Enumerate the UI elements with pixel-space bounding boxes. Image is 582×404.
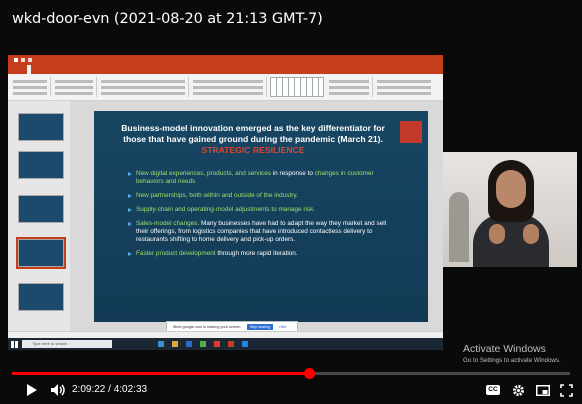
watermark-title: Activate Windows: [463, 343, 546, 355]
windows-taskbar: Type here to search: [8, 338, 443, 350]
presenter-hand: [489, 224, 505, 244]
video-player[interactable]: wkd-door-evn (2021-08-20 at 21:13 GMT-7)…: [0, 0, 582, 404]
ribbon-group-editing: [374, 77, 434, 97]
powerpoint-titlebar: [8, 55, 443, 65]
bullet-item: New digital experiences, products, and s…: [128, 170, 398, 186]
fullscreen-icon[interactable]: [560, 384, 573, 397]
settings-gear-icon[interactable]: [512, 384, 525, 397]
progress-played: [12, 372, 310, 375]
taskbar-app-icon: [228, 341, 234, 347]
taskbar-search: Type here to search: [22, 340, 112, 348]
ribbon-tab: ​: [40, 65, 44, 74]
ribbon-group-paragraph: [190, 77, 267, 97]
slide-heading-highlight: STRATEGIC RESILIENCE: [201, 145, 305, 155]
windows-start-icon: [11, 341, 18, 348]
taskbar-app-icon: [242, 341, 248, 347]
taskbar-app-icon: [186, 341, 192, 347]
bullet-item: Faster product development through more …: [128, 250, 398, 258]
ribbon-group-clipboard: [10, 77, 51, 97]
slide-editing-area: Business-model innovation emerged as the…: [70, 101, 443, 331]
slide-thumbnails-pane: [8, 101, 71, 331]
progress-bar[interactable]: [12, 368, 570, 379]
slide-heading: Business-model innovation emerged as the…: [114, 123, 392, 156]
time-display: 2:09:22 / 4:02:33: [72, 384, 148, 395]
slide-bullet-list: New digital experiences, products, and s…: [128, 170, 398, 264]
taskbar-app-icon: [172, 341, 178, 347]
volume-icon[interactable]: [50, 383, 66, 397]
stop-sharing-button[interactable]: Stop sharing: [247, 324, 273, 330]
ribbon-toolbar: [8, 74, 443, 101]
scrubber-handle[interactable]: [304, 368, 316, 379]
slide-thumbnail: [18, 113, 64, 141]
activate-windows-watermark: Activate Windows Go to Settings to activ…: [463, 343, 561, 364]
ribbon-group-slides: [52, 77, 97, 97]
ribbon-tabs: ​ ​​​ ​: [8, 65, 443, 74]
miniplayer-icon[interactable]: [536, 385, 550, 396]
shared-screen: ​ ​​​ ​ Business-model innovation eme: [8, 55, 443, 350]
subtitles-icon[interactable]: CC: [486, 385, 500, 395]
slide-thumbnail: [18, 283, 64, 311]
bullet-item: New partnerships, both within and outsid…: [128, 192, 398, 200]
slide-thumbnail: [18, 151, 64, 179]
ribbon-tab-active: ​​​: [27, 65, 31, 74]
presenter-face: [496, 170, 526, 208]
slide-thumbnail: [18, 195, 64, 223]
slide-thumbnail-selected: [16, 237, 66, 269]
current-slide: Business-model innovation emerged as the…: [94, 111, 428, 322]
ribbon-group-drawing: [326, 77, 373, 97]
watermark-subtitle: Go to Settings to activate Windows.: [463, 357, 561, 364]
slide-heading-text: Business-model innovation emerged as the…: [121, 123, 385, 144]
slide-accent-block: [400, 121, 422, 143]
taskbar-app-icon: [200, 341, 206, 347]
play-icon[interactable]: [26, 383, 38, 397]
presenter-hand: [523, 224, 539, 244]
ribbon-group-font: [98, 77, 189, 97]
shapes-gallery: [270, 77, 324, 97]
background-plant: [449, 192, 469, 262]
video-title: wkd-door-evn (2021-08-20 at 21:13 GMT-7): [12, 11, 323, 27]
taskbar-app-icon: [158, 341, 164, 347]
taskbar-app-icon: [214, 341, 220, 347]
bullet-item: Sales-model changes. Many businesses hav…: [128, 220, 398, 244]
webcam-feed: [443, 152, 577, 267]
ribbon-tab: ​: [14, 65, 18, 74]
bullet-item: Supply-chain and operating-model adjustm…: [128, 206, 398, 214]
quick-access-icons: [14, 58, 32, 62]
